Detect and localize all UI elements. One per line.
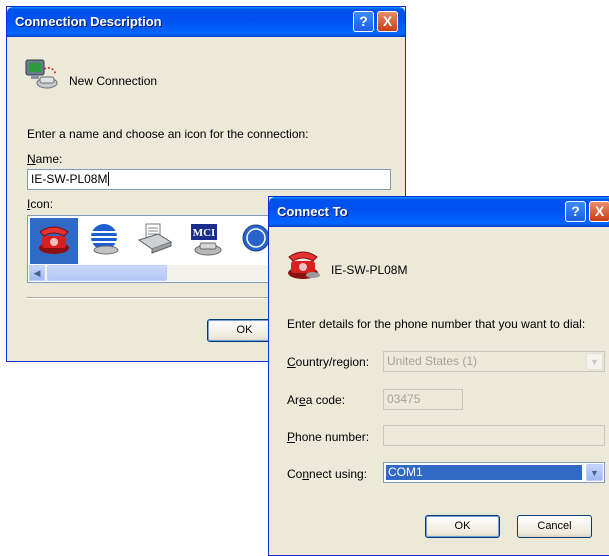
icon-label: Icon: xyxy=(27,197,54,211)
network-computer-icon xyxy=(23,57,59,91)
dialog-title: Connection Description xyxy=(15,14,162,29)
mci-icon[interactable]: MCI xyxy=(188,222,224,259)
ok-button[interactable]: OK xyxy=(425,515,500,538)
scroll-thumb[interactable] xyxy=(47,265,167,281)
country-region-select[interactable]: United States (1) ▼ xyxy=(383,351,605,372)
name-input[interactable]: IE-SW-PL08M xyxy=(27,169,391,190)
globe-icon[interactable] xyxy=(86,222,122,259)
phone-number-input[interactable] xyxy=(383,425,605,446)
phone-icon xyxy=(285,249,321,284)
close-button[interactable]: X xyxy=(377,11,398,32)
cancel-button[interactable]: Cancel xyxy=(517,515,592,538)
connect-using-value: COM1 xyxy=(386,465,582,480)
connect-using-label: Connect using: xyxy=(287,467,368,481)
close-button[interactable]: X xyxy=(589,201,609,222)
name-label: Name: xyxy=(27,152,63,166)
phone-icon[interactable] xyxy=(36,222,72,259)
chevron-down-icon[interactable]: ▼ xyxy=(586,464,603,481)
country-region-label: Country/region: xyxy=(287,355,370,369)
fax-icon[interactable] xyxy=(136,222,174,259)
chevron-down-icon[interactable]: ▼ xyxy=(586,353,603,370)
connection-name: IE-SW-PL08M xyxy=(331,263,408,277)
svg-text:MCI: MCI xyxy=(193,227,216,239)
connect-to-dialog: Connect To ? X IE-SW-PL08M Enter details… xyxy=(268,196,609,556)
area-code-label: Area code: xyxy=(287,393,346,407)
instructions-text: Enter a name and choose an icon for the … xyxy=(27,127,309,141)
help-button[interactable]: ? xyxy=(565,201,586,222)
help-button[interactable]: ? xyxy=(353,11,374,32)
icon-list[interactable]: MCI ◀ xyxy=(27,215,277,283)
title-bar[interactable]: Connection Description ? X xyxy=(7,7,405,37)
phone-number-label: Phone number: xyxy=(287,430,370,444)
title-bar[interactable]: Connect To ? X xyxy=(269,197,609,227)
dialog-title: Connect To xyxy=(277,204,348,219)
instructions-text: Enter details for the phone number that … xyxy=(287,317,586,331)
scroll-left-button[interactable]: ◀ xyxy=(29,265,45,281)
icon-list-scrollbar[interactable]: ◀ xyxy=(29,265,275,281)
connect-using-select[interactable]: COM1 ▼ xyxy=(383,462,605,483)
area-code-input[interactable]: 03475 xyxy=(383,389,463,410)
connection-name-display: New Connection xyxy=(69,74,158,88)
